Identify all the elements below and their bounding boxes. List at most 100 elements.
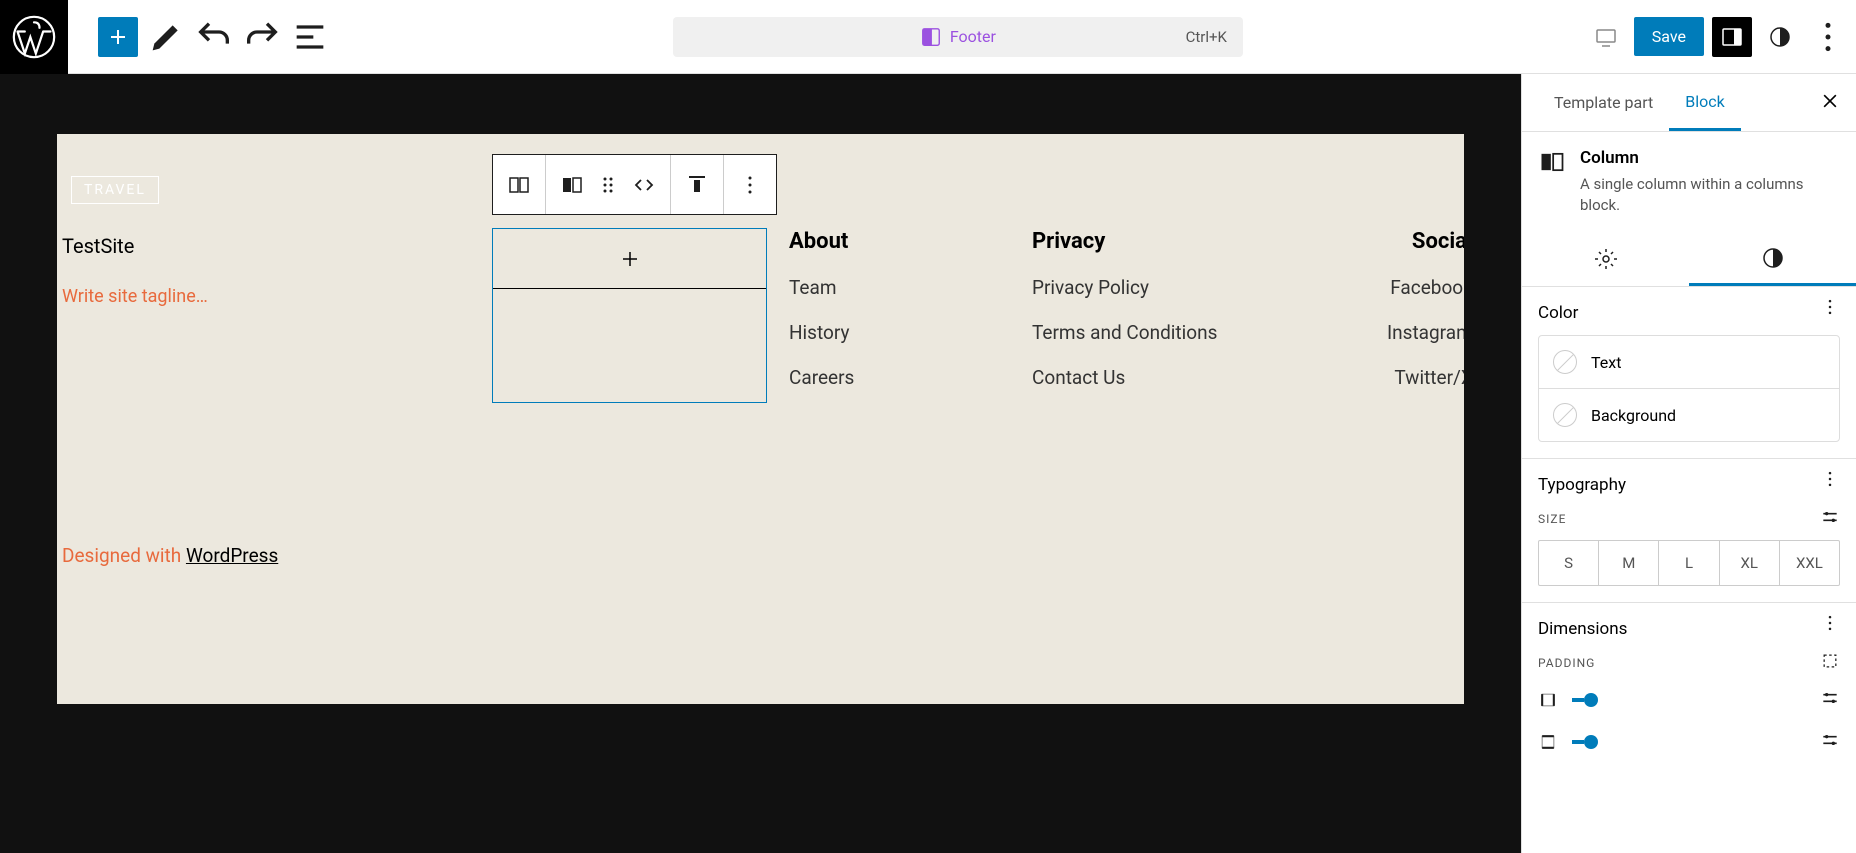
nav-link[interactable]: Terms and Conditions [1032, 321, 1217, 344]
col-heading[interactable]: Privacy [1032, 229, 1217, 254]
undo-icon [194, 17, 234, 57]
sidebar-icon [1720, 25, 1744, 49]
more-vertical-icon [1820, 469, 1840, 489]
plus-icon [618, 247, 642, 271]
col-heading[interactable]: Social [1387, 229, 1464, 254]
settings-sidebar-button[interactable] [1712, 17, 1752, 57]
col-heading[interactable]: About [789, 229, 854, 254]
size-s[interactable]: S [1539, 541, 1598, 585]
options-button[interactable] [1808, 17, 1848, 57]
padding-vertical-slider[interactable] [1572, 740, 1806, 744]
move-horizontal-icon [632, 173, 656, 197]
styles-icon [1761, 246, 1785, 270]
size-l[interactable]: L [1658, 541, 1718, 585]
nav-link[interactable]: Contact Us [1032, 366, 1217, 389]
gear-icon [1594, 247, 1618, 271]
color-background-button[interactable]: Background [1539, 388, 1839, 441]
color-text-button[interactable]: Text [1539, 336, 1839, 388]
sliders-icon [1820, 688, 1840, 708]
list-icon [290, 17, 330, 57]
nav-link[interactable]: Privacy Policy [1032, 276, 1217, 299]
more-vertical-icon [1820, 613, 1840, 633]
padding-horizontal-slider[interactable] [1572, 698, 1806, 702]
plus-icon [106, 25, 130, 49]
designed-link[interactable]: WordPress [186, 544, 278, 567]
nav-link[interactable]: Twitter/X [1387, 366, 1464, 389]
document-overview-button[interactable] [290, 17, 330, 57]
settings-sidebar: Template part Block Column A single colu… [1521, 74, 1856, 853]
padding-label: PADDING [1538, 656, 1595, 670]
size-button-group: S M L XL XXL [1538, 540, 1840, 586]
designed-with[interactable]: Designed with WordPress [62, 544, 278, 567]
parent-columns-button[interactable] [507, 173, 531, 197]
sub-tab-styles[interactable] [1689, 232, 1856, 286]
close-sidebar-button[interactable] [1820, 89, 1840, 117]
panel-title-dimensions: Dimensions [1538, 619, 1840, 639]
redo-button[interactable] [242, 17, 282, 57]
main-area: TRAVEL TestSite Write site tagline… [0, 74, 1856, 853]
align-button[interactable] [685, 173, 709, 197]
tools-button[interactable] [146, 17, 186, 57]
padding-horizontal-icon [1538, 690, 1558, 710]
padding-vertical-custom[interactable] [1820, 730, 1840, 754]
add-block-button[interactable] [98, 17, 138, 57]
size-custom-toggle[interactable] [1820, 507, 1840, 530]
footer-col-about: About Team History Careers [789, 229, 854, 411]
view-button[interactable] [1586, 17, 1626, 57]
styles-button[interactable] [1760, 17, 1800, 57]
more-vertical-icon [738, 173, 762, 197]
drag-handle[interactable] [596, 173, 620, 197]
sliders-icon [1820, 730, 1840, 750]
nav-link[interactable]: Instagram [1387, 321, 1464, 344]
drag-icon [596, 173, 620, 197]
dimensions-panel-options[interactable] [1820, 613, 1840, 637]
block-options-button[interactable] [738, 173, 762, 197]
undo-button[interactable] [194, 17, 234, 57]
color-panel-options[interactable] [1820, 297, 1840, 321]
toolbar-right: Save [1586, 17, 1856, 57]
size-m[interactable]: M [1598, 541, 1658, 585]
dimensions-panel: Dimensions PADDING [1522, 603, 1856, 788]
padding-horizontal-custom[interactable] [1820, 688, 1840, 712]
padding-link-sides[interactable] [1820, 651, 1840, 674]
nav-link[interactable]: History [789, 321, 854, 344]
document-label: Footer [950, 27, 996, 46]
styles-icon [1768, 25, 1792, 49]
designed-prefix: Designed with [62, 544, 186, 567]
swatch-icon [1553, 403, 1577, 427]
block-title: Column [1580, 148, 1840, 168]
column-block-button[interactable] [560, 173, 584, 197]
nav-link[interactable]: Facebook [1387, 276, 1464, 299]
desktop-icon [1594, 25, 1618, 49]
wp-logo[interactable] [0, 0, 68, 74]
padding-vertical-icon [1538, 732, 1558, 752]
nav-link[interactable]: Careers [789, 366, 854, 389]
sidebar-tabs: Template part Block [1522, 74, 1856, 132]
tab-template-part[interactable]: Template part [1538, 74, 1669, 131]
move-button[interactable] [632, 173, 656, 197]
color-panel: Color Text Background [1522, 287, 1856, 459]
redo-icon [242, 17, 282, 57]
toolbar-center: Footer Ctrl+K [330, 17, 1586, 57]
nav-link[interactable]: Team [789, 276, 854, 299]
site-logo-placeholder[interactable]: TRAVEL [71, 176, 159, 204]
column-icon [560, 173, 584, 197]
block-header: Column A single column within a columns … [1522, 132, 1856, 232]
sub-tab-settings[interactable] [1522, 232, 1689, 286]
box-sides-icon [1820, 651, 1840, 671]
tab-block[interactable]: Block [1669, 74, 1740, 131]
site-tagline[interactable]: Write site tagline… [62, 286, 208, 307]
color-text-label: Text [1591, 353, 1621, 372]
add-block-appender[interactable] [493, 229, 766, 289]
panel-title-color: Color [1538, 303, 1840, 323]
document-bar[interactable]: Footer Ctrl+K [673, 17, 1243, 57]
editor-canvas[interactable]: TRAVEL TestSite Write site tagline… [57, 134, 1464, 704]
save-button[interactable]: Save [1634, 17, 1704, 56]
block-toolbar [492, 154, 777, 215]
site-title[interactable]: TestSite [62, 234, 134, 258]
size-xxl[interactable]: XXL [1779, 541, 1839, 585]
typography-panel-options[interactable] [1820, 469, 1840, 493]
size-xl[interactable]: XL [1719, 541, 1779, 585]
selected-column-block[interactable] [492, 228, 767, 403]
block-description: A single column within a columns block. [1580, 174, 1840, 216]
